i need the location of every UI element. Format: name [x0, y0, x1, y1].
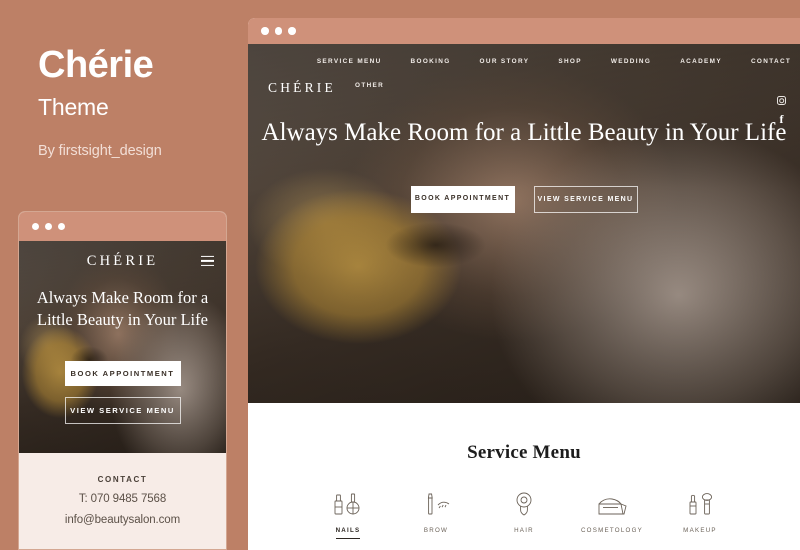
mobile-hero-section: CHÉRIE Always Make Room for a Little Bea… — [19, 241, 226, 453]
desktop-preview-frame[interactable]: CHÉRIE f SERVICE MENU BOOKING OUR STORY … — [248, 18, 800, 550]
nav-item-contact[interactable]: CONTACT — [751, 58, 791, 65]
lipstick-brush-icon — [683, 488, 717, 518]
mobile-headline: Always Make Room for a Little Beauty in … — [36, 288, 209, 330]
service-tab-nails[interactable]: NAILS — [304, 488, 392, 539]
nav-item-booking[interactable]: BOOKING — [411, 58, 451, 65]
theme-author: By firstsight_design — [38, 142, 162, 159]
window-dot-close-icon[interactable] — [32, 223, 39, 230]
cosmetic-bag-icon — [592, 488, 632, 518]
nav-item-wedding[interactable]: WEDDING — [611, 58, 651, 65]
nav-item-academy[interactable]: ACADEMY — [680, 58, 722, 65]
desktop-hero-content: Always Make Room for a Little Beauty in … — [248, 116, 800, 213]
service-tab-makeup[interactable]: MAKEUP — [656, 488, 744, 539]
service-menu-tabs: NAILS BROW HAIR COSMETOLOGY MAKEUP — [248, 488, 800, 539]
mobile-hero-content: Always Make Room for a Little Beauty in … — [19, 281, 226, 331]
desktop-hero-section: CHÉRIE f SERVICE MENU BOOKING OUR STORY … — [248, 44, 800, 403]
mobile-cta-group: BOOK APPOINTMENT VIEW SERVICE MENU — [19, 361, 226, 425]
theme-promo-panel: Chérie Theme By firstsight_design — [38, 44, 238, 159]
window-dot-minimize-icon[interactable] — [45, 223, 52, 230]
desktop-view-service-menu-button[interactable]: VIEW SERVICE MENU — [533, 185, 638, 213]
mobile-logo[interactable]: CHÉRIE — [87, 253, 159, 270]
nav-item-service-menu[interactable]: SERVICE MENU — [317, 58, 382, 65]
mobile-contact-section: CONTACT T: 070 9485 7568 info@beautysalo… — [19, 453, 226, 549]
hamburger-icon[interactable] — [201, 255, 214, 267]
mobile-preview-frame[interactable]: CHÉRIE Always Make Room for a Little Bea… — [18, 211, 227, 550]
theme-subtitle: Theme — [38, 93, 109, 120]
service-menu-section: Service Menu NAILS BROW HAIR COSMETOLOGY… — [248, 403, 800, 550]
nav-row-primary: SERVICE MENU BOOKING OUR STORY SHOP WEDD… — [248, 58, 800, 65]
window-dot-maximize-icon[interactable] — [288, 27, 296, 35]
nail-polish-icon — [331, 488, 365, 518]
mobile-view-service-menu-button[interactable]: VIEW SERVICE MENU — [64, 397, 181, 425]
window-dot-minimize-icon[interactable] — [274, 27, 282, 35]
service-tab-label: HAIR — [514, 527, 534, 534]
desktop-book-appointment-button[interactable]: BOOK APPOINTMENT — [410, 185, 515, 213]
mobile-book-appointment-button[interactable]: BOOK APPOINTMENT — [64, 361, 181, 387]
social-links: f — [777, 96, 786, 125]
facebook-icon[interactable]: f — [780, 113, 784, 125]
desktop-titlebar — [248, 18, 800, 44]
desktop-cta-group: BOOK APPOINTMENT VIEW SERVICE MENU — [248, 185, 800, 213]
mobile-header: CHÉRIE — [19, 241, 226, 281]
nav-item-other[interactable]: OTHER — [355, 82, 384, 89]
brow-brush-icon — [419, 488, 453, 518]
service-tab-label: NAILS — [335, 527, 361, 539]
window-dot-close-icon[interactable] — [261, 27, 269, 35]
service-menu-title: Service Menu — [467, 442, 581, 463]
mobile-contact-heading: CONTACT — [97, 475, 148, 484]
desktop-logo[interactable]: CHÉRIE — [268, 80, 336, 96]
service-tab-label: MAKEUP — [683, 527, 717, 534]
service-tab-brow[interactable]: BROW — [392, 488, 480, 539]
theme-title: Chérie — [38, 44, 154, 86]
window-dot-maximize-icon[interactable] — [58, 223, 65, 230]
desktop-hero-image — [248, 44, 800, 403]
service-tab-cosmetology[interactable]: COSMETOLOGY — [568, 488, 656, 539]
nav-item-shop[interactable]: SHOP — [558, 58, 582, 65]
desktop-headline: Always Make Room for a Little Beauty in … — [261, 119, 787, 146]
mobile-contact-phone[interactable]: T: 070 9485 7568 — [29, 493, 216, 505]
mobile-contact-email[interactable]: info@beautysalon.com — [29, 514, 216, 526]
hair-dryer-icon — [507, 488, 541, 518]
service-tab-label: BROW — [423, 527, 449, 534]
nav-item-our-story[interactable]: OUR STORY — [480, 58, 530, 65]
instagram-icon[interactable] — [777, 96, 786, 105]
service-tab-hair[interactable]: HAIR — [480, 488, 568, 539]
service-tab-label: COSMETOLOGY — [580, 527, 644, 534]
mobile-titlebar — [19, 212, 226, 241]
